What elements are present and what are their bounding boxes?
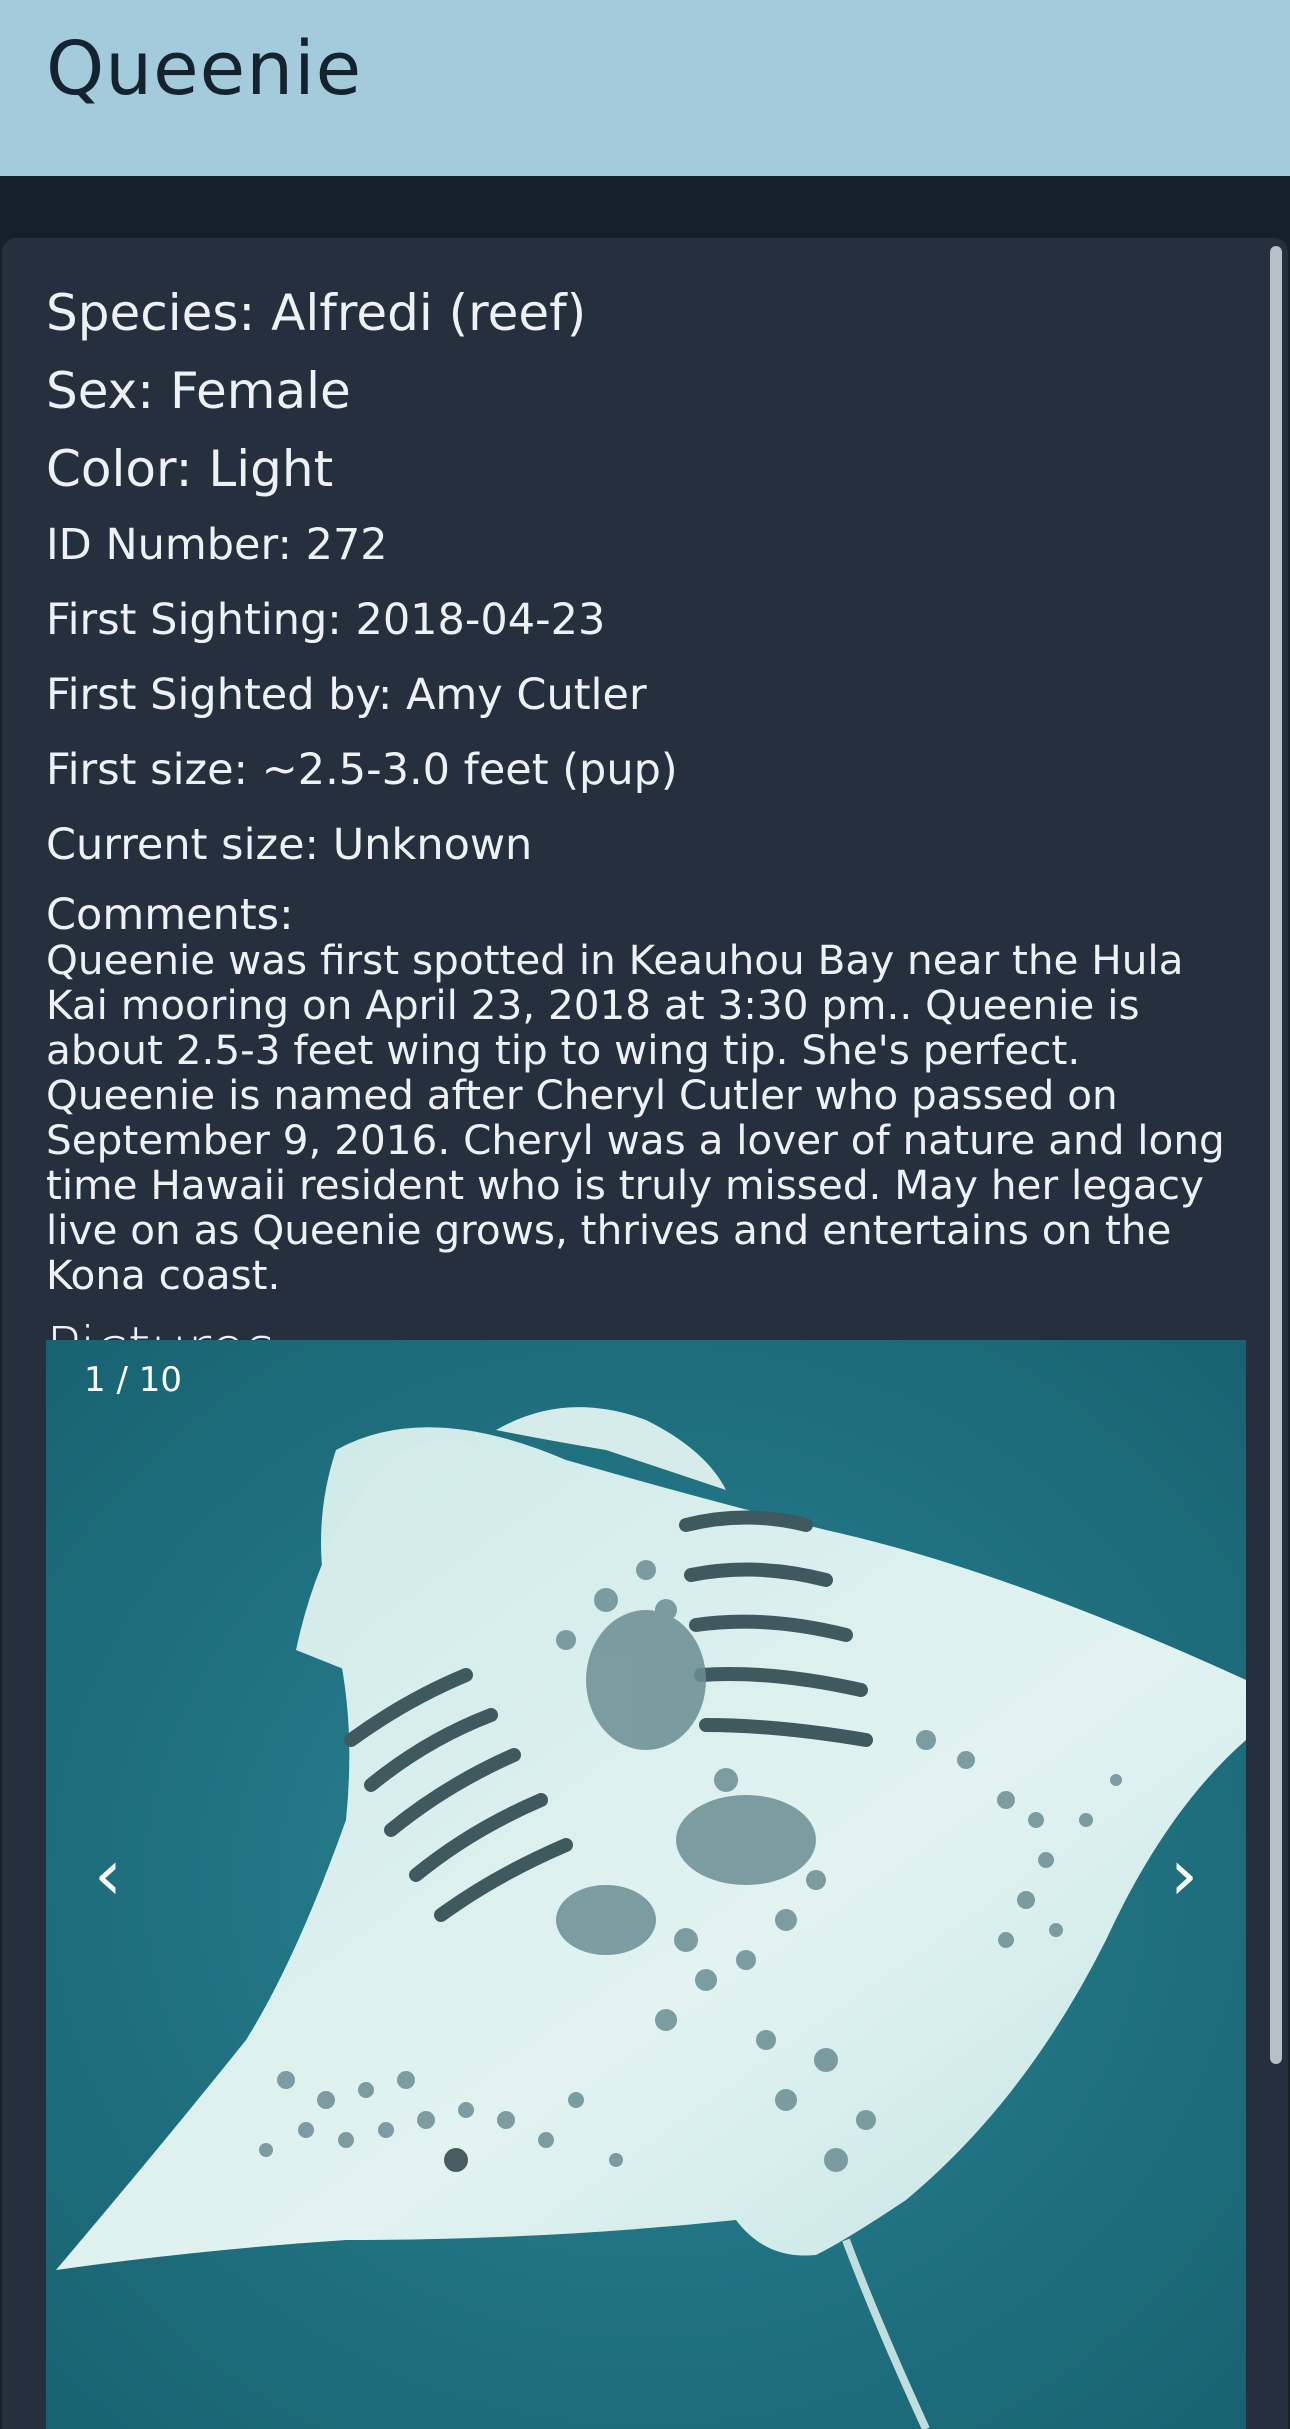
comments-text: Queenie was first spotted in Keauhou Bay… bbox=[46, 936, 1225, 1299]
color-field: Color: Light bbox=[46, 440, 334, 498]
first-sighted-by-field: First Sighted by: Amy Cutler bbox=[46, 670, 647, 720]
scrollbar-thumb[interactable] bbox=[1270, 246, 1282, 2064]
slide-counter: 1 / 10 bbox=[84, 1360, 182, 1400]
id-number-field: ID Number: 272 bbox=[46, 520, 388, 570]
scrollbar[interactable] bbox=[1270, 246, 1282, 2429]
picture-carousel[interactable]: 1 / 10 ‹ › bbox=[46, 1340, 1246, 2429]
comments-label: Comments: bbox=[46, 890, 294, 940]
sex-field: Sex: Female bbox=[46, 362, 351, 420]
manta-ray-photo bbox=[46, 1340, 1246, 2429]
details-section: Species: Alfredi (reef) Sex: Female Colo… bbox=[46, 274, 1246, 1384]
chevron-left-icon[interactable]: ‹ bbox=[78, 1840, 138, 1910]
manta-detail-card: Species: Alfredi (reef) Sex: Female Colo… bbox=[2, 238, 1288, 2429]
species-field: Species: Alfredi (reef) bbox=[46, 284, 587, 342]
current-size-field: Current size: Unknown bbox=[46, 820, 533, 870]
page-title: Queenie bbox=[46, 26, 363, 112]
chevron-right-icon[interactable]: › bbox=[1154, 1840, 1214, 1910]
first-size-field: First size: ~2.5-3.0 feet (pup) bbox=[46, 745, 678, 795]
app-header: Queenie bbox=[0, 0, 1290, 176]
first-sighting-field: First Sighting: 2018-04-23 bbox=[46, 595, 606, 645]
